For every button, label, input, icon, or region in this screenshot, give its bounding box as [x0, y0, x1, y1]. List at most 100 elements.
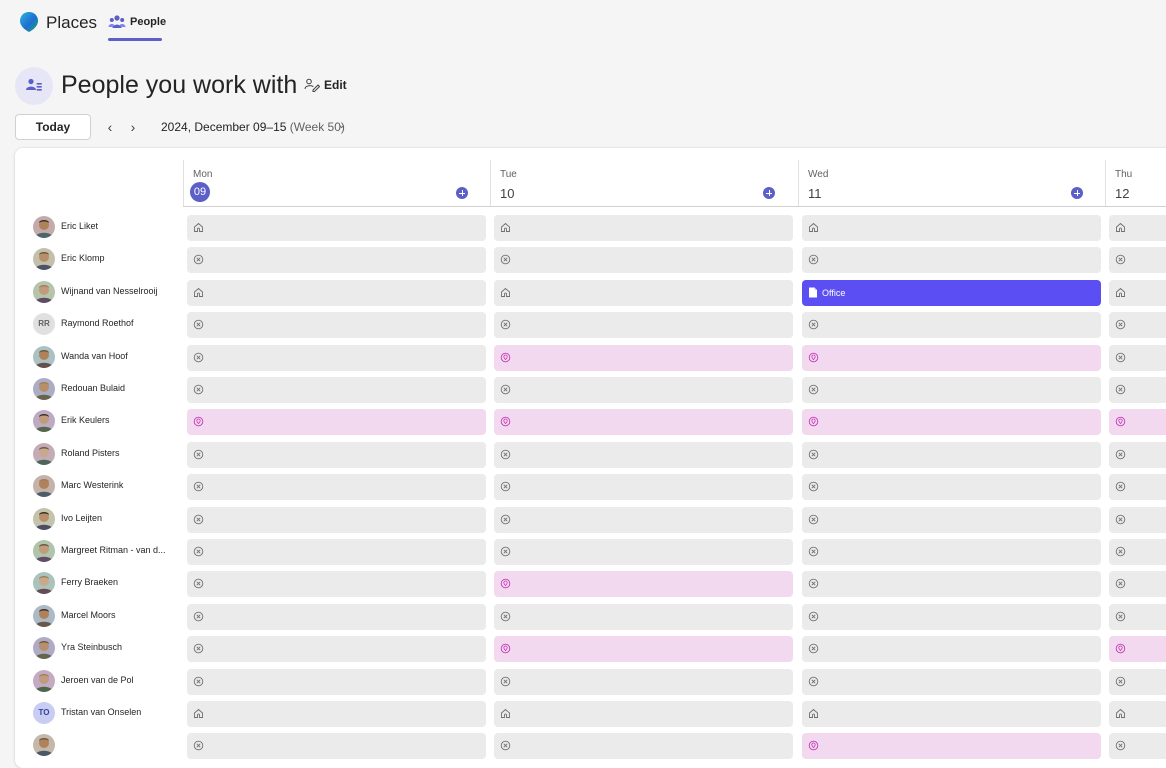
status-cell-tue[interactable] [494, 668, 793, 695]
location-icon [808, 352, 819, 362]
location-icon [1115, 417, 1126, 427]
status-cell-wed[interactable] [802, 344, 1101, 371]
status-cell-tue[interactable] [494, 344, 793, 371]
status-cell-thu[interactable] [1109, 377, 1166, 403]
status-cell-wed[interactable] [802, 668, 1101, 695]
status-cell-thu[interactable] [1109, 279, 1166, 306]
day-number: 10 [500, 186, 515, 201]
no-plan-icon [1115, 255, 1126, 265]
today-button[interactable]: Today [15, 114, 91, 140]
status-cell-mon[interactable] [187, 701, 486, 727]
day-number: 09 [190, 182, 210, 202]
status-cell-wed[interactable] [802, 506, 1101, 533]
status-cell-thu[interactable] [1109, 668, 1166, 695]
no-plan-icon [500, 741, 511, 751]
status-cell-mon[interactable] [187, 506, 486, 533]
status-cell-tue[interactable] [494, 539, 793, 565]
status-cell-wed[interactable] [802, 539, 1101, 565]
status-cell-tue[interactable] [494, 701, 793, 727]
status-cell-tue[interactable] [494, 377, 793, 403]
next-week-button[interactable]: › [124, 117, 142, 137]
status-cell-mon[interactable] [187, 603, 486, 630]
status-cell-thu[interactable] [1109, 441, 1166, 468]
status-cell-tue[interactable] [494, 474, 793, 501]
status-cell-tue[interactable] [494, 506, 793, 533]
status-cell-mon[interactable] [187, 441, 486, 468]
status-cell-mon[interactable] [187, 344, 486, 371]
status-cell-mon[interactable] [187, 312, 486, 339]
status-cell-thu[interactable] [1109, 409, 1166, 436]
people-list-icon [26, 78, 42, 91]
avatar [33, 637, 55, 660]
no-plan-icon [1115, 481, 1126, 492]
no-plan-icon [193, 546, 204, 557]
app-title[interactable]: Places [46, 13, 97, 33]
status-cell-mon[interactable] [187, 539, 486, 565]
status-cell-tue[interactable] [494, 603, 793, 630]
status-cell-mon[interactable] [187, 279, 486, 306]
status-cell-tue[interactable] [494, 733, 793, 760]
status-cell-tue[interactable] [494, 279, 793, 306]
status-cell-wed[interactable] [802, 312, 1101, 339]
status-cell-mon[interactable] [187, 571, 486, 598]
add-plan-icon[interactable] [456, 187, 468, 199]
status-cell-wed[interactable] [802, 701, 1101, 727]
status-cell-tue[interactable] [494, 215, 793, 241]
no-plan-icon [500, 611, 511, 622]
status-cell-thu[interactable] [1109, 701, 1166, 727]
status-cell-wed[interactable] [802, 474, 1101, 501]
status-cell-tue[interactable] [494, 312, 793, 339]
status-cell-tue[interactable] [494, 409, 793, 436]
day-separator [183, 160, 184, 206]
status-cell-thu[interactable] [1109, 474, 1166, 501]
status-cell-mon[interactable] [187, 215, 486, 241]
status-cell-tue[interactable] [494, 247, 793, 274]
date-range-picker[interactable]: 2024, December 09–15 (Week 50) [161, 120, 345, 134]
status-cell-tue[interactable] [494, 441, 793, 468]
add-plan-icon[interactable] [763, 187, 775, 199]
status-cell-mon[interactable] [187, 668, 486, 695]
status-cell-mon[interactable] [187, 247, 486, 274]
no-plan-icon [193, 481, 204, 492]
status-cell-mon[interactable] [187, 733, 486, 760]
status-cell-tue[interactable] [494, 571, 793, 598]
status-cell-thu[interactable] [1109, 344, 1166, 371]
avatar [33, 216, 55, 238]
person-name: Wanda van Hoof [61, 350, 128, 361]
status-cell-thu[interactable] [1109, 215, 1166, 241]
status-cell-wed[interactable] [802, 441, 1101, 468]
status-cell-thu[interactable] [1109, 539, 1166, 565]
add-plan-icon[interactable] [1071, 187, 1083, 199]
status-cell-thu[interactable] [1109, 636, 1166, 663]
avatar [33, 604, 55, 627]
status-cell-wed[interactable] [802, 603, 1101, 630]
status-cell-thu[interactable] [1109, 247, 1166, 274]
status-cell-mon[interactable] [187, 474, 486, 501]
status-cell-wed[interactable] [802, 377, 1101, 403]
status-cell-wed[interactable] [802, 409, 1101, 436]
status-cell-wed[interactable] [802, 733, 1101, 760]
avatar [33, 475, 55, 498]
status-cell-wed[interactable]: Office [802, 279, 1101, 306]
status-cell-thu[interactable] [1109, 733, 1166, 760]
status-cell-thu[interactable] [1109, 603, 1166, 630]
status-cell-mon[interactable] [187, 377, 486, 403]
status-cell-wed[interactable] [802, 571, 1101, 598]
status-cell-mon[interactable] [187, 409, 486, 436]
status-cell-mon[interactable] [187, 636, 486, 663]
status-cell-wed[interactable] [802, 215, 1101, 241]
status-cell-thu[interactable] [1109, 571, 1166, 598]
avatar [33, 507, 55, 530]
status-cell-wed[interactable] [802, 636, 1101, 663]
no-plan-icon [808, 546, 819, 557]
no-plan-icon [808, 255, 819, 265]
status-cell-thu[interactable] [1109, 506, 1166, 533]
previous-week-button[interactable]: ‹ [101, 117, 119, 137]
no-plan-icon [808, 384, 819, 395]
no-plan-icon [500, 449, 511, 460]
status-cell-thu[interactable] [1109, 312, 1166, 339]
chevron-down-icon[interactable]: ⌄ [337, 118, 346, 131]
status-cell-wed[interactable] [802, 247, 1101, 274]
status-cell-tue[interactable] [494, 636, 793, 663]
no-plan-icon [500, 255, 511, 265]
